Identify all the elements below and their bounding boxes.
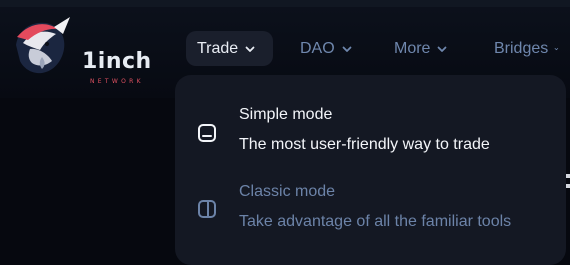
nav-more-label: More xyxy=(394,39,431,57)
classic-mode-title: Classic mode xyxy=(239,183,336,200)
simple-mode-description: The most user-friendly way to trade xyxy=(239,136,490,153)
nav-trade-label: Trade xyxy=(197,39,239,57)
unicorn-logo-icon xyxy=(16,17,70,74)
brand-tagline: NETWORK xyxy=(90,78,144,85)
chevron-down-icon xyxy=(342,46,352,52)
simple-mode-icon xyxy=(198,124,216,142)
classic-mode-description: Take advantage of all the familiar tools xyxy=(239,213,512,230)
brand-logo[interactable]: 1inch NETWORK xyxy=(8,15,158,85)
nav-dao-label: DAO xyxy=(300,39,335,57)
nav-bridges[interactable]: Bridges xyxy=(483,31,570,66)
nav-bridges-label: Bridges xyxy=(494,39,549,57)
simple-mode-title: Simple mode xyxy=(239,106,333,123)
classic-mode-option[interactable]: Classic mode Take advantage of all the f… xyxy=(175,176,566,246)
chevron-down-icon xyxy=(554,47,559,50)
nav-more[interactable]: More xyxy=(383,31,469,66)
simple-mode-option[interactable]: Simple mode The most user-friendly way t… xyxy=(175,99,566,169)
brand-name: 1inch xyxy=(82,49,152,74)
chevron-down-icon xyxy=(245,46,255,52)
nav-trade[interactable]: Trade xyxy=(186,31,273,66)
trade-dropdown-menu: Simple mode The most user-friendly way t… xyxy=(175,75,566,265)
classic-mode-icon xyxy=(198,200,216,218)
chevron-down-icon xyxy=(438,46,447,52)
top-edge xyxy=(0,0,570,7)
nav-dao[interactable]: DAO xyxy=(289,31,369,66)
